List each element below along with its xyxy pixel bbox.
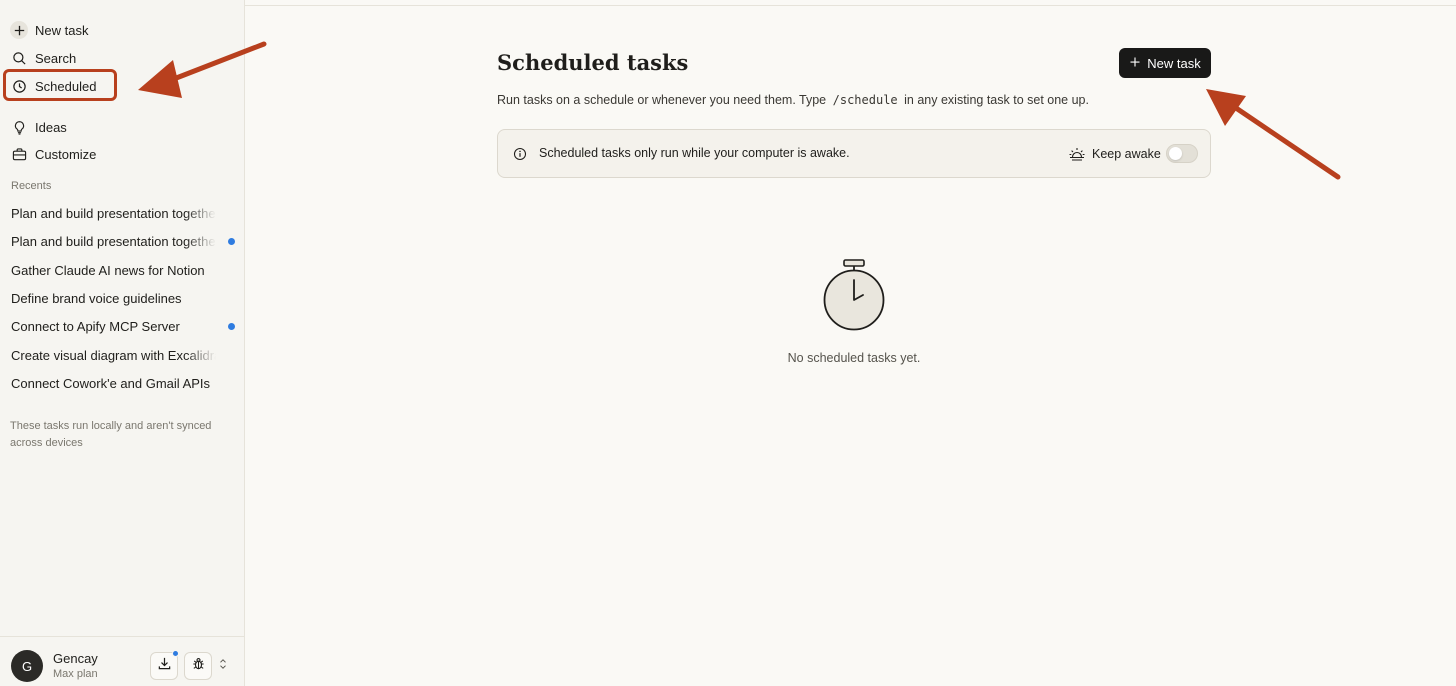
sidebar-item-label: Customize bbox=[35, 146, 97, 162]
bug-report-button[interactable] bbox=[184, 652, 212, 680]
sidebar: New task Search Scheduled Ideas Customiz… bbox=[0, 0, 245, 686]
download-button[interactable] bbox=[150, 650, 179, 680]
sidebar-item-label: Search bbox=[35, 50, 77, 66]
sidebar-scheduled[interactable]: Scheduled bbox=[8, 73, 236, 99]
info-icon bbox=[513, 147, 527, 161]
unread-dot bbox=[228, 323, 235, 330]
sidebar-customize[interactable]: Customize bbox=[8, 141, 236, 167]
annotation-arrow-right bbox=[1206, 89, 1341, 180]
recent-task-title: Connect Cowork'e and Gmail APIs bbox=[11, 375, 211, 391]
recent-task-title: Plan and build presentation together bbox=[11, 205, 216, 221]
recents-heading: Recents bbox=[11, 180, 52, 192]
recent-task-title: Plan and build presentation together bbox=[11, 233, 216, 249]
keep-awake-label: Keep awake bbox=[1092, 147, 1161, 161]
plus-icon bbox=[10, 21, 28, 39]
page-title: Scheduled tasks bbox=[497, 50, 689, 75]
sidebar-footer: G Gencay Max plan bbox=[0, 636, 245, 686]
schedule-command: /schedule bbox=[832, 93, 898, 107]
subtitle-text: Run tasks on a schedule or whenever you … bbox=[497, 93, 827, 107]
avatar[interactable]: G bbox=[11, 650, 43, 682]
recent-task-title: Gather Claude AI news for Notion bbox=[11, 262, 205, 278]
sidebar-item-label: Scheduled bbox=[35, 78, 97, 94]
local-sync-note: These tasks run locally and aren't synce… bbox=[10, 420, 212, 449]
sidebar-new-task[interactable]: New task bbox=[8, 17, 236, 43]
empty-state-text: No scheduled tasks yet. bbox=[787, 351, 921, 365]
recent-task-item[interactable]: Connect to Apify MCP Server bbox=[11, 316, 216, 336]
recent-task-title: Define brand voice guidelines bbox=[11, 290, 182, 306]
notification-badge bbox=[172, 650, 179, 657]
user-plan: Max plan bbox=[53, 668, 98, 680]
bug-icon bbox=[191, 656, 206, 676]
user-name[interactable]: Gencay bbox=[53, 651, 98, 666]
sidebar-item-label: New task bbox=[35, 22, 89, 38]
recent-task-title: Create visual diagram with Excalidraw bbox=[11, 347, 216, 363]
toggle-knob bbox=[1169, 147, 1182, 160]
unread-dot bbox=[228, 238, 235, 245]
recent-task-item[interactable]: Connect Cowork'e and Gmail APIs bbox=[11, 373, 216, 393]
keep-awake-toggle[interactable] bbox=[1166, 144, 1198, 163]
new-task-button[interactable]: New task bbox=[1119, 48, 1211, 78]
new-task-label: New task bbox=[1147, 55, 1201, 71]
subtitle-text: in any existing task to set one up. bbox=[904, 93, 1089, 107]
page-subtitle: Run tasks on a schedule or whenever you … bbox=[497, 93, 1089, 107]
recent-task-item[interactable]: Create visual diagram with Excalidraw bbox=[11, 345, 216, 365]
top-divider bbox=[245, 5, 1456, 6]
lightbulb-icon bbox=[10, 118, 28, 136]
briefcase-icon bbox=[10, 145, 28, 163]
search-icon bbox=[10, 49, 28, 67]
sidebar-item-label: Ideas bbox=[35, 119, 67, 135]
recent-task-item[interactable]: Define brand voice guidelines bbox=[11, 288, 216, 308]
recent-task-item[interactable]: Plan and build presentation together bbox=[11, 203, 216, 223]
plus-icon bbox=[1129, 56, 1141, 71]
recent-task-item[interactable]: Plan and build presentation together bbox=[11, 231, 216, 251]
recent-task-item[interactable]: Gather Claude AI news for Notion bbox=[11, 260, 216, 280]
sunrise-icon bbox=[1068, 145, 1086, 163]
download-icon bbox=[157, 656, 172, 676]
stopwatch-icon bbox=[823, 259, 885, 331]
awake-notice: Scheduled tasks only run while your comp… bbox=[497, 129, 1211, 178]
recent-task-title: Connect to Apify MCP Server bbox=[11, 318, 180, 334]
clock-icon bbox=[10, 77, 28, 95]
chevron-up-down-icon[interactable] bbox=[218, 657, 228, 676]
notice-text: Scheduled tasks only run while your comp… bbox=[539, 146, 850, 160]
sidebar-ideas[interactable]: Ideas bbox=[8, 114, 236, 140]
sidebar-search[interactable]: Search bbox=[8, 45, 236, 71]
